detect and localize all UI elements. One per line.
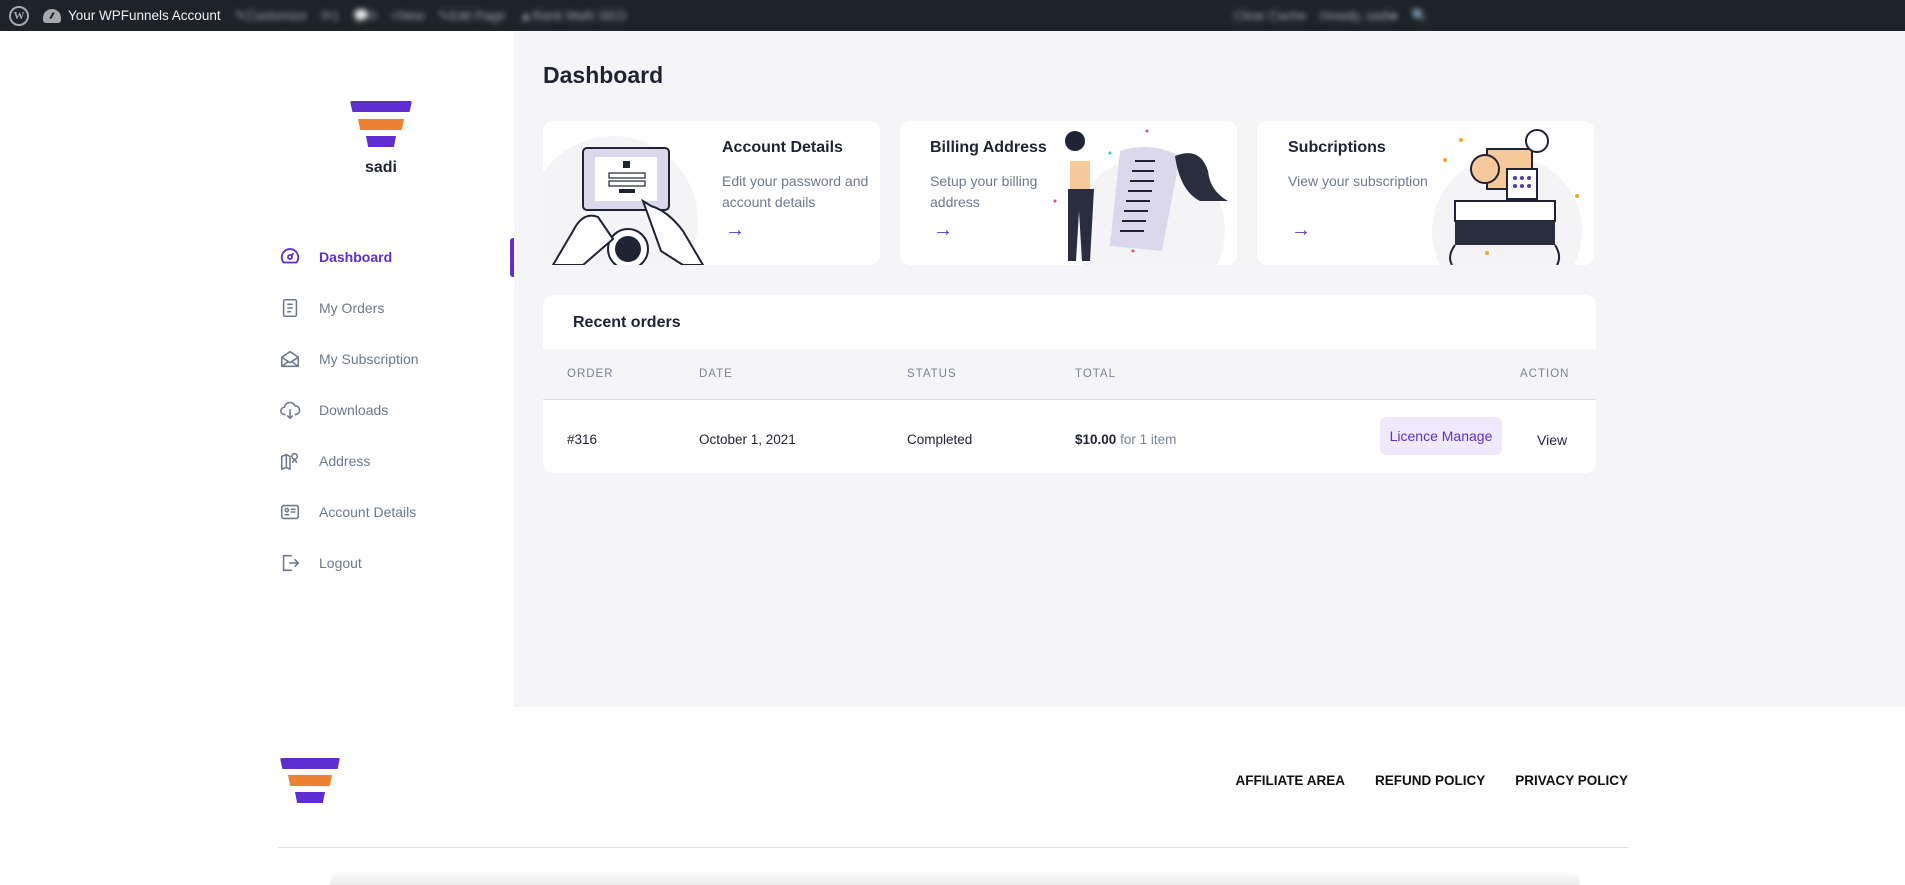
sidebar-item-label: Downloads <box>319 401 389 418</box>
footer-link-refund-policy[interactable]: REFUND POLICY <box>1375 773 1485 788</box>
clear-cache-link[interactable]: Clear Cache <box>1227 0 1313 31</box>
sidebar-item-address[interactable]: Address <box>278 435 514 486</box>
main-content: Dashboard Account Details Edit your pass… <box>514 31 1905 707</box>
customize-link[interactable]: ✎ Customize <box>228 0 314 31</box>
footer-wpfunnels-logo[interactable] <box>280 758 340 804</box>
sidebar-item-label: Dashboard <box>319 248 393 265</box>
order-total-suffix: for 1 item <box>1120 432 1177 447</box>
cloud-download-icon <box>278 398 302 422</box>
orders-table-header: ORDER DATE STATUS TOTAL ACTION <box>543 349 1596 400</box>
new-content-link[interactable]: + New <box>383 0 431 31</box>
tablet-login-illustration <box>543 136 705 265</box>
document-icon <box>278 296 302 320</box>
sidebar-item-downloads[interactable]: Downloads <box>278 384 514 435</box>
sidebar-item-my-subscription[interactable]: My Subscription <box>278 333 514 384</box>
card-title: Subcriptions <box>1288 139 1386 156</box>
column-header-status: STATUS <box>907 368 957 380</box>
map-pin-icon <box>278 449 302 473</box>
sidebar-item-logout[interactable]: Logout <box>278 537 514 588</box>
arrow-right-icon[interactable]: → <box>1291 219 1311 242</box>
logout-icon <box>278 551 302 575</box>
username: sadi <box>364 159 397 176</box>
envelope-open-icon <box>278 347 302 371</box>
sidebar-item-my-orders[interactable]: My Orders <box>278 282 514 333</box>
footer-divider <box>278 847 1628 848</box>
sidebar-item-label: Address <box>319 452 371 469</box>
sidebar-item-label: My Orders <box>319 299 385 316</box>
comments-link[interactable]: 💬 0 <box>346 0 383 31</box>
card-title: Account Details <box>722 139 843 156</box>
wordpress-logo-button[interactable]: W <box>2 0 36 31</box>
sidebar-item-label: Logout <box>319 554 362 571</box>
sidebar-item-label: Account Details <box>319 503 417 520</box>
order-number-link[interactable]: #316 <box>567 432 597 447</box>
card-title: Billing Address <box>930 139 1047 156</box>
id-card-icon <box>278 500 302 524</box>
dashboard-gauge-icon <box>43 8 61 23</box>
search-icon: 🔍 <box>1411 7 1428 23</box>
billing-address-card[interactable]: Billing Address Setup your billing addre… <box>900 121 1237 265</box>
page-title: Dashboard <box>543 62 664 88</box>
order-total: $10.00 for 1 item <box>1075 432 1176 447</box>
order-date: October 1, 2021 <box>699 432 796 447</box>
site-name: Your WPFunnels Account <box>68 8 221 23</box>
search-button[interactable]: 🔍 <box>1405 0 1435 31</box>
footer-navigation: AFFILIATE AREA REFUND POLICY PRIVACY POL… <box>1235 773 1628 788</box>
sidebar-item-label: My Subscription <box>319 350 419 367</box>
recent-orders-panel: Recent orders ORDER DATE STATUS TOTAL AC… <box>543 295 1596 473</box>
order-status: Completed <box>907 432 973 447</box>
order-total-amount: $10.00 <box>1075 432 1117 447</box>
rank-math-link[interactable]: ▲ Rank Math SEO <box>512 0 633 31</box>
wordpress-logo-icon: W <box>9 5 29 26</box>
arrow-right-icon[interactable]: → <box>725 219 745 242</box>
arrow-right-icon[interactable]: → <box>933 219 953 242</box>
woman-with-bill-illustration <box>1053 129 1228 265</box>
view-order-link[interactable]: View <box>1537 432 1567 448</box>
edit-page-link[interactable]: ✎ Edit Page <box>431 0 512 31</box>
site-name-link[interactable]: Your WPFunnels Account <box>36 0 228 31</box>
column-header-order: ORDER <box>567 368 614 380</box>
my-account-link[interactable]: Howdy, sadi ● <box>1313 0 1405 31</box>
column-header-date: DATE <box>699 368 733 380</box>
sidebar-item-account-details[interactable]: Account Details <box>278 486 514 537</box>
account-sidebar: sadi Dashboard My Orders My Subscription… <box>0 31 514 707</box>
column-header-action: ACTION <box>1520 368 1570 380</box>
wp-admin-bar: W Your WPFunnels Account ✎ Customize ⟳ 1… <box>0 0 1905 31</box>
footer-link-privacy-policy[interactable]: PRIVACY POLICY <box>1515 773 1628 788</box>
recent-orders-heading: Recent orders <box>573 314 681 331</box>
wpfunnels-logo <box>350 101 412 151</box>
updates-link[interactable]: ⟳ 1 <box>314 0 346 31</box>
licence-manage-button[interactable]: Licence Manage <box>1380 417 1502 455</box>
dashboard-gauge-icon <box>278 245 302 269</box>
account-navigation: Dashboard My Orders My Subscription Down… <box>278 231 514 588</box>
account-details-card[interactable]: Account Details Edit your password and a… <box>543 121 880 265</box>
column-header-total: TOTAL <box>1075 368 1116 380</box>
card-description: Edit your password and account details <box>722 173 869 210</box>
footer-bottom-bar <box>330 870 1580 885</box>
subscription-box-illustration <box>1432 129 1582 265</box>
user-avatar-icon: ● <box>1389 8 1398 23</box>
footer-link-affiliate-area[interactable]: AFFILIATE AREA <box>1235 773 1345 788</box>
sidebar-item-dashboard[interactable]: Dashboard <box>278 231 514 282</box>
subscriptions-card[interactable]: Subcriptions View your subscription → <box>1257 121 1594 265</box>
